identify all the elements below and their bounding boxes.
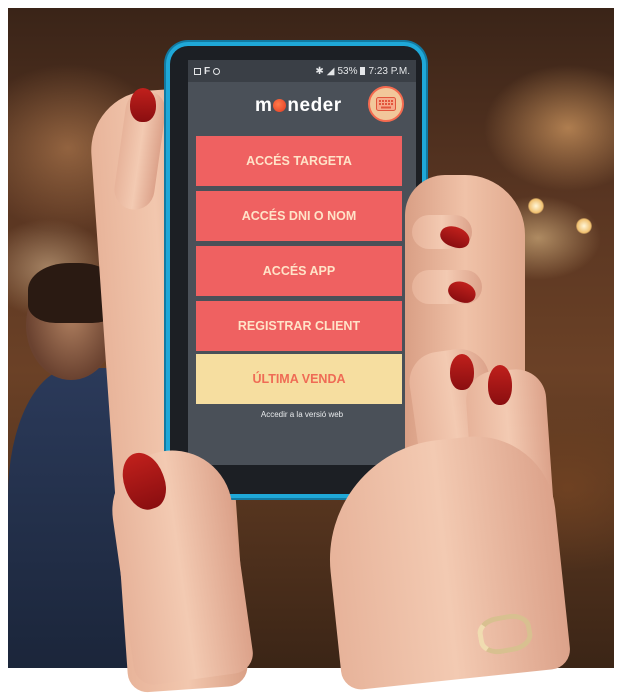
last-sale-button[interactable]: ÚLTIMA VENDA (196, 354, 402, 404)
notification-icon: F (204, 65, 211, 77)
keyboard-icon (376, 97, 396, 111)
finger-nail (488, 365, 512, 405)
clock: 7:23 P.M. (368, 65, 410, 77)
notification-icon (213, 67, 221, 75)
notification-icon (194, 67, 201, 75)
coin-dot-icon (273, 99, 287, 112)
register-client-button[interactable]: REGISTRAR CLIENT (196, 301, 402, 351)
thumb-nail (130, 88, 156, 122)
dni-access-button[interactable]: ACCÉS DNI O NOM (196, 191, 402, 241)
background-light (576, 218, 592, 234)
battery-icon (360, 67, 366, 75)
signal-icon: ◢ (326, 65, 335, 77)
status-right: ✱ ◢ 53% 7:23 P.M. (315, 66, 410, 77)
keyboard-button[interactable] (368, 86, 404, 122)
status-bar: F ✱ ◢ 53% 7:23 P.M. (188, 60, 416, 82)
bluetooth-icon: ✱ (315, 65, 324, 77)
battery-level: 53% (337, 65, 358, 77)
logo-text-start: m (255, 95, 273, 116)
background-light (528, 198, 544, 214)
card-access-button[interactable]: ACCÉS TARGETA (196, 136, 402, 186)
phone-screen: F ✱ ◢ 53% 7:23 P.M. m neder ACCÉS TARGET… (188, 60, 416, 465)
app-access-button[interactable]: ACCÉS APP (196, 246, 402, 296)
app-logo: m neder (255, 95, 342, 117)
web-version-link[interactable]: Accedir a la versió web (188, 410, 416, 419)
logo-text-end: neder (287, 95, 342, 116)
notification-icons: F (194, 65, 221, 77)
